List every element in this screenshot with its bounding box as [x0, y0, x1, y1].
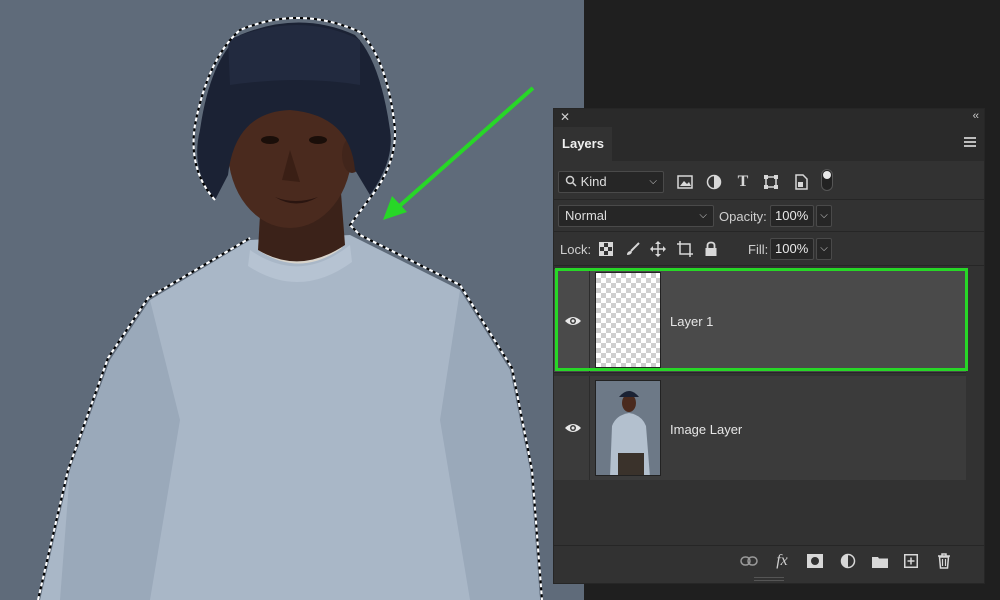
- type-filter-icon[interactable]: T: [734, 173, 752, 191]
- panel-resize-grip[interactable]: [754, 577, 784, 581]
- chevron-down-icon: ⌵: [699, 210, 707, 221]
- shape-filter-icon[interactable]: [762, 173, 780, 191]
- blend-mode-dropdown[interactable]: Normal ⌵: [558, 205, 714, 227]
- divider: [554, 199, 984, 200]
- blend-row: Normal ⌵ Opacity: 100% ⌵: [554, 201, 984, 231]
- chevron-down-icon: ⌵: [649, 176, 657, 187]
- divider: [554, 231, 984, 232]
- lock-label: Lock:: [560, 242, 592, 257]
- divider: [554, 372, 966, 373]
- eye-visibility-icon[interactable]: [564, 315, 582, 327]
- panel-tab-row: Layers: [554, 127, 984, 161]
- link-layers-icon[interactable]: [739, 552, 759, 570]
- layer-thumbnail-photo: [595, 380, 661, 476]
- layer-name[interactable]: Image Layer: [670, 422, 742, 437]
- lock-all-icon[interactable]: [702, 240, 720, 258]
- new-layer-icon[interactable]: [901, 552, 921, 570]
- layers-panel: ✕ ‹‹ Layers Kind ⌵ T Normal ⌵ Opacity: 1…: [553, 108, 985, 584]
- lock-row: Lock: Fill: 100% ⌵: [554, 233, 984, 265]
- opacity-dropdown-chevron-icon[interactable]: ⌵: [816, 205, 832, 227]
- collapse-panel-icon[interactable]: ‹‹: [973, 110, 979, 122]
- filter-kind-dropdown[interactable]: Kind ⌵: [558, 171, 664, 193]
- smart-object-filter-icon[interactable]: [792, 173, 810, 191]
- add-mask-icon[interactable]: [805, 552, 825, 570]
- layer-row-image-layer[interactable]: Image Layer: [554, 376, 966, 480]
- adjustment-filter-icon[interactable]: [705, 173, 723, 191]
- delete-layer-icon[interactable]: [934, 552, 954, 570]
- filter-row: Kind ⌵ T: [554, 165, 984, 199]
- fill-label: Fill:: [748, 242, 769, 257]
- new-group-icon[interactable]: [870, 552, 890, 570]
- fill-dropdown-chevron-icon[interactable]: ⌵: [816, 238, 832, 260]
- layer-thumbnail-transparent: [595, 272, 661, 368]
- panel-menu-icon[interactable]: [964, 137, 976, 147]
- lock-artboard-icon[interactable]: [676, 240, 694, 258]
- layer-row-layer-1[interactable]: Layer 1: [554, 269, 966, 372]
- lock-transparent-pixels-icon[interactable]: [597, 240, 615, 258]
- image-filter-icon[interactable]: [676, 173, 694, 191]
- layer-name[interactable]: Layer 1: [670, 314, 713, 329]
- photoshop-workspace: ✕ ‹‹ Layers Kind ⌵ T Normal ⌵ Opacity: 1…: [0, 0, 1000, 600]
- lock-position-icon[interactable]: [649, 240, 667, 258]
- lock-image-pixels-icon[interactable]: [624, 240, 642, 258]
- panel-title-bar: ✕ ‹‹: [554, 109, 984, 127]
- close-panel-icon[interactable]: ✕: [560, 110, 570, 124]
- tab-layers[interactable]: Layers: [554, 127, 612, 161]
- fill-input[interactable]: 100%: [770, 238, 814, 260]
- divider: [554, 265, 984, 266]
- subject-photo: [37, 17, 543, 600]
- layers-footer-toolbar: fx: [554, 545, 984, 575]
- opacity-input[interactable]: 100%: [770, 205, 814, 227]
- document-canvas[interactable]: [0, 0, 584, 600]
- filter-kind-label: Kind: [580, 174, 607, 189]
- annotation-arrow: [393, 86, 535, 212]
- opacity-label: Opacity:: [719, 209, 767, 224]
- blend-mode-value: Normal: [565, 208, 607, 223]
- search-icon: [565, 175, 577, 187]
- eye-visibility-icon[interactable]: [564, 422, 582, 434]
- layer-style-fx-icon[interactable]: fx: [772, 552, 792, 570]
- filter-toggle-switch[interactable]: [821, 169, 833, 191]
- adjustment-layer-icon[interactable]: [838, 552, 858, 570]
